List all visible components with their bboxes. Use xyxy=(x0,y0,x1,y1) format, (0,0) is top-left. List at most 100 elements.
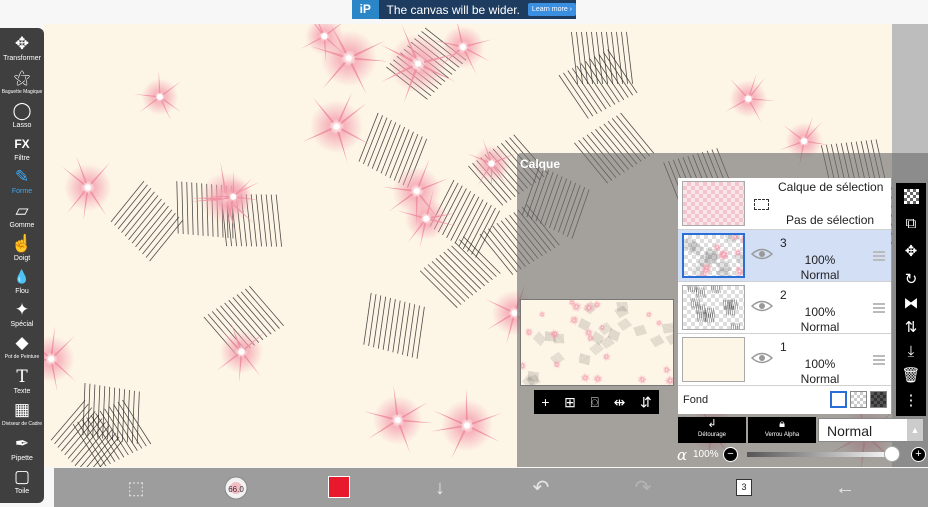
preview-artwork xyxy=(521,300,673,385)
selection-layer[interactable]: Calque de sélection Pas de sélection xyxy=(678,178,891,230)
layers-button[interactable]: 3 xyxy=(730,476,758,500)
background-white-swatch[interactable] xyxy=(830,391,847,408)
tool-label: Filtre xyxy=(14,155,30,162)
opacity-slider[interactable] xyxy=(747,452,897,457)
tool-bucket[interactable]: ◆ Pot de Peinture xyxy=(0,333,44,367)
redo-icon[interactable]: ↷ xyxy=(629,476,657,500)
add-icon[interactable]: + xyxy=(541,390,549,414)
sparkle-star xyxy=(738,235,743,246)
tool-lasso[interactable]: ◯ Lasso xyxy=(0,101,44,135)
drag-handle-icon[interactable] xyxy=(873,355,885,365)
more-options-icon[interactable]: ⋮ xyxy=(896,390,926,412)
hatch-stroke xyxy=(702,311,705,322)
undo-icon[interactable]: ↶ xyxy=(527,476,555,500)
sparkle-star xyxy=(216,322,266,383)
trash-icon[interactable]: 🗑 xyxy=(896,365,926,387)
drag-handle-icon[interactable] xyxy=(873,251,885,261)
flip-horizontal-icon[interactable]: ⧓ xyxy=(896,293,926,315)
hatch-stroke xyxy=(697,287,700,298)
tool-eyedropper[interactable]: ✒ Pipette xyxy=(0,434,44,468)
sparkle-star xyxy=(732,246,743,259)
hatch-stroke xyxy=(614,305,629,319)
magic-wand-icon: ⚝ xyxy=(13,68,31,87)
tool-eraser[interactable]: ▱ Gomme xyxy=(0,201,44,235)
app-root: iP The canvas will be wider. Learn more … xyxy=(0,0,928,507)
sparkle-star xyxy=(430,388,502,459)
hatch-stroke xyxy=(528,370,539,382)
canvas-preview[interactable] xyxy=(520,299,674,386)
ad-learn-more-button[interactable]: Learn more › xyxy=(527,3,576,16)
layer-thumbnail xyxy=(682,337,745,382)
hatch-stroke xyxy=(607,328,621,342)
tool-special[interactable]: ✦ Spécial xyxy=(0,300,44,334)
checker-icon[interactable] xyxy=(896,185,926,207)
hatch-stroke xyxy=(533,331,547,346)
paint-bucket-icon: ◆ xyxy=(15,333,29,352)
layers-icon: 3 xyxy=(736,479,752,496)
opacity-decrease-button[interactable]: − xyxy=(723,447,738,462)
tool-label: Doigt xyxy=(13,255,31,262)
tool-magic-wand[interactable]: ⚝ Baguette Magique xyxy=(0,68,44,102)
background-transparent-swatch[interactable] xyxy=(850,391,867,408)
opacity-value: 100% xyxy=(693,449,719,460)
layer-opacity: 100% xyxy=(804,357,836,371)
color-button[interactable] xyxy=(325,476,353,500)
tool-label: Texte xyxy=(13,388,31,395)
hatch-stroke xyxy=(738,323,740,329)
droplet-icon: 💧 xyxy=(13,269,31,284)
sparkle-star xyxy=(654,318,664,328)
fx-icon: FX xyxy=(14,137,30,151)
lasso-icon: ◯ xyxy=(12,101,32,120)
down-arrow-icon[interactable]: ↓ xyxy=(426,476,454,500)
brush-size-button[interactable]: 66.0 xyxy=(222,476,250,500)
selection-modify-icon[interactable]: ⬚ xyxy=(122,476,150,500)
rotate-icon[interactable]: ↻ xyxy=(896,269,926,291)
eyedropper-icon: ✒ xyxy=(14,434,30,453)
hatch-stroke xyxy=(662,323,673,334)
add-layer-icon[interactable]: ⊞ xyxy=(564,390,576,414)
drag-handle-icon[interactable] xyxy=(873,303,885,313)
tool-text[interactable]: T Texte xyxy=(0,367,44,401)
alpha-lock-button[interactable]: 🔒︎ Verrou Alpha xyxy=(748,417,816,443)
layer-row[interactable]: 2 100% Normal xyxy=(678,282,891,334)
sparkle-star xyxy=(662,363,673,376)
merge-down-icon[interactable]: ⤓ xyxy=(896,341,926,363)
tool-filter[interactable]: FX Filtre xyxy=(0,134,44,168)
background-row: Fond xyxy=(678,386,891,414)
sparkle-star xyxy=(591,372,605,385)
flip-vertical-icon[interactable]: ⇅ xyxy=(896,317,926,339)
dropdown-arrow-icon: ▲ xyxy=(907,419,923,441)
clipping-button[interactable]: ↲ Détourage xyxy=(678,417,746,443)
opacity-increase-button[interactable]: + xyxy=(911,447,926,462)
background-dark-swatch[interactable] xyxy=(870,391,887,408)
hatch-stroke xyxy=(579,353,591,366)
tool-brush[interactable]: ✎ Forme xyxy=(0,167,44,201)
tool-frame-divider[interactable]: ▦ Diviseur de Cadre xyxy=(0,400,44,434)
hatch-stroke xyxy=(617,318,632,331)
move-icon[interactable]: ✥ xyxy=(896,241,926,263)
back-arrow-icon[interactable]: ← xyxy=(831,476,859,500)
hatch-stroke xyxy=(707,312,710,323)
tool-canvas[interactable]: ▢ Toile xyxy=(0,467,44,501)
tool-palette: ✥ Transformer ⚝ Baguette Magique ◯ Lasso… xyxy=(0,28,44,503)
flip-vertical-icon[interactable]: ⇵ xyxy=(640,390,652,414)
blend-mode-select[interactable]: Normal ▲ xyxy=(818,418,924,442)
selection-box-icon xyxy=(754,199,769,210)
layer-row[interactable]: 3 100% Normal xyxy=(678,230,891,282)
tool-smudge[interactable]: ☝ Doigt xyxy=(0,234,44,268)
tool-blur[interactable]: 💧 Flou xyxy=(0,267,44,301)
hatch-stroke xyxy=(736,323,738,329)
layer-transfer-icon[interactable]: ⧉ xyxy=(896,213,926,235)
hatch-stroke xyxy=(589,342,604,356)
ad-banner[interactable]: iP The canvas will be wider. Learn more … xyxy=(352,0,576,19)
opacity-slider-knob[interactable] xyxy=(884,446,900,462)
frame-divider-icon: ▦ xyxy=(13,400,31,419)
tool-transform[interactable]: ✥ Transformer xyxy=(0,34,44,68)
flip-horizontal-icon[interactable]: ⇹ xyxy=(614,390,626,414)
camera-icon[interactable]: ⌼ xyxy=(591,390,599,414)
ad-text: The canvas will be wider. xyxy=(386,2,520,17)
hatch-stroke xyxy=(705,312,708,323)
layer-blend-mode: Normal xyxy=(800,320,840,334)
layer-row[interactable]: 1 100% Normal xyxy=(678,334,891,386)
layer-thumbnail-art xyxy=(684,235,743,276)
